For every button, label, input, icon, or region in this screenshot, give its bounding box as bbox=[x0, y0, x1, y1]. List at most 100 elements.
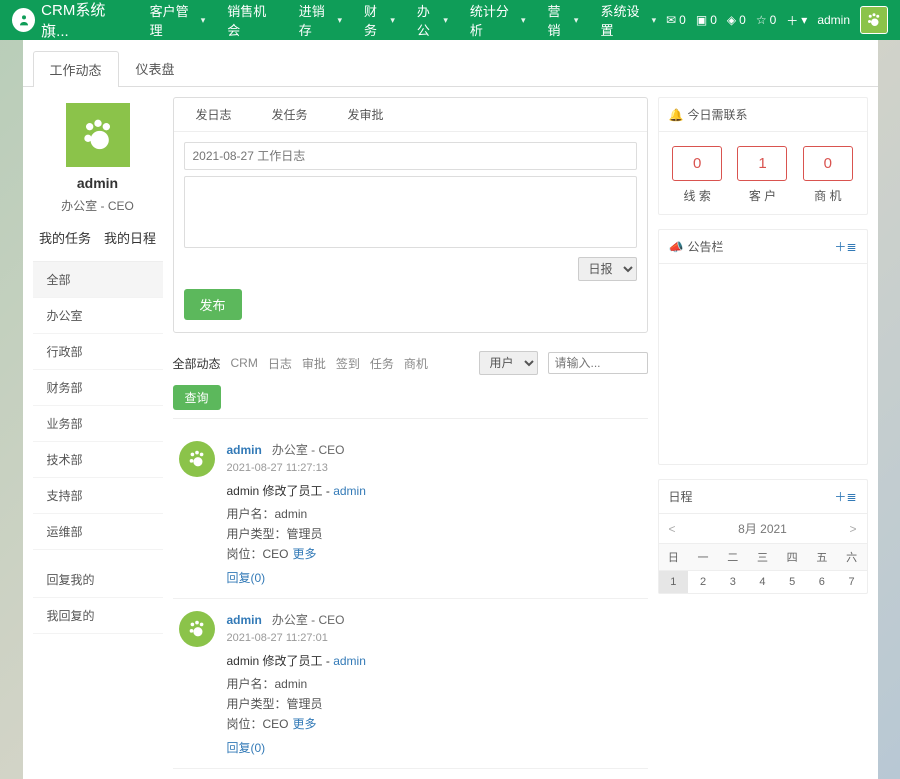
tab-dashboard[interactable]: 仪表盘 bbox=[119, 50, 192, 86]
reply-link[interactable]: 回复(0) bbox=[227, 739, 266, 756]
cal-day[interactable]: 5 bbox=[777, 571, 807, 594]
nav-inventory[interactable]: 进销存▾ bbox=[289, 0, 352, 49]
panel-title: 日程 bbox=[669, 488, 693, 505]
sidebar-item-all[interactable]: 全部 bbox=[33, 262, 163, 298]
sidebar-item-tech[interactable]: 技术部 bbox=[33, 442, 163, 478]
feed-meta: 岗位：CEO更多 bbox=[227, 545, 642, 562]
more-link[interactable]: 更多 bbox=[293, 717, 317, 731]
bulletin-panel: 📣公告栏 ＋≣ bbox=[658, 229, 868, 465]
query-button[interactable]: 查询 bbox=[173, 385, 221, 410]
cal-day[interactable]: 4 bbox=[748, 571, 778, 594]
cal-day[interactable]: 7 bbox=[837, 571, 867, 594]
main-feed-col: 发日志 发任务 发审批 日报 发布 全部动态 CRM 日志 审批 签到 任务 商… bbox=[173, 97, 648, 769]
chat-icon: ▣ bbox=[696, 13, 707, 27]
sidebar-item-office[interactable]: 办公室 bbox=[33, 298, 163, 334]
bulletin-actions[interactable]: ＋≣ bbox=[834, 238, 856, 255]
list-icon: ≣ bbox=[846, 240, 856, 254]
cal-prev[interactable]: < bbox=[669, 522, 676, 536]
my-tasks-link[interactable]: 我的任务 bbox=[39, 228, 91, 247]
filter-crm[interactable]: CRM bbox=[231, 356, 258, 370]
chevron-down-icon: ▾ bbox=[443, 15, 448, 26]
tab-activity[interactable]: 工作动态 bbox=[33, 51, 119, 87]
chevron-down-icon: ▾ bbox=[201, 15, 206, 26]
report-type-select[interactable]: 日报 bbox=[578, 257, 637, 281]
chevron-down-icon: ▾ bbox=[801, 13, 807, 27]
compose-tab-log[interactable]: 发日志 bbox=[196, 106, 232, 123]
nav-marketing[interactable]: 营销▾ bbox=[538, 0, 589, 49]
top-nav: CRM系统旗... 客户管理▾ 销售机会 进销存▾ 财务▾ 办公▾ 统计分析▾ … bbox=[0, 0, 900, 40]
nav-settings[interactable]: 系统设置▾ bbox=[590, 0, 666, 49]
feed-target-link[interactable]: admin bbox=[333, 654, 366, 668]
feed-text: admin 修改了员工 - admin bbox=[227, 482, 642, 499]
sidebar-item-reply-me[interactable]: 回复我的 bbox=[33, 562, 163, 598]
filter-all[interactable]: 全部动态 bbox=[173, 355, 221, 372]
filter-checkin[interactable]: 签到 bbox=[336, 355, 360, 372]
feed-user-link[interactable]: admin bbox=[227, 613, 262, 627]
nav-sales[interactable]: 销售机会 bbox=[217, 0, 286, 49]
list-icon: ≣ bbox=[846, 490, 856, 504]
star-indicator[interactable]: ☆0 bbox=[756, 13, 776, 27]
feed-avatar bbox=[179, 611, 215, 647]
left-sidebar: admin 办公室 - CEO 我的任务 我的日程 全部 办公室 行政部 财务部… bbox=[33, 97, 163, 769]
add-button[interactable]: ＋▾ bbox=[786, 12, 807, 29]
nav-customers[interactable]: 客户管理▾ bbox=[140, 0, 216, 49]
contact-opps[interactable]: 0 商 机 bbox=[803, 146, 853, 204]
user-menu[interactable]: admin bbox=[817, 13, 850, 27]
nav-finance[interactable]: 财务▾ bbox=[354, 0, 405, 49]
cal-day[interactable]: 2 bbox=[688, 571, 718, 594]
sidebar-item-biz[interactable]: 业务部 bbox=[33, 406, 163, 442]
brand-wrap[interactable]: CRM系统旗... bbox=[12, 0, 130, 41]
contact-leads[interactable]: 0 线 索 bbox=[672, 146, 722, 204]
cal-dow: 五 bbox=[807, 544, 837, 571]
more-link[interactable]: 更多 bbox=[293, 547, 317, 561]
search-input[interactable] bbox=[548, 352, 648, 374]
chat-indicator[interactable]: ▣0 bbox=[696, 13, 717, 27]
feed-meta: 用户类型：管理员 bbox=[227, 525, 642, 542]
nav-stats[interactable]: 统计分析▾ bbox=[460, 0, 536, 49]
right-sidebar: 🔔今日需联系 0 线 索 1 客 户 0 商 机 bbox=[658, 97, 868, 769]
sidebar-item-ops[interactable]: 运维部 bbox=[33, 514, 163, 550]
compose-tab-task[interactable]: 发任务 bbox=[272, 106, 308, 123]
brand-text: CRM系统旗... bbox=[41, 0, 129, 41]
reply-link[interactable]: 回复(0) bbox=[227, 569, 266, 586]
sidebar-item-support[interactable]: 支持部 bbox=[33, 478, 163, 514]
filter-task[interactable]: 任务 bbox=[370, 355, 394, 372]
chevron-down-icon: ▾ bbox=[337, 15, 342, 26]
filter-log[interactable]: 日志 bbox=[268, 355, 292, 372]
sidebar-item-my-reply[interactable]: 我回复的 bbox=[33, 598, 163, 634]
panel-title: 公告栏 bbox=[687, 238, 723, 255]
contact-customers[interactable]: 1 客 户 bbox=[737, 146, 787, 204]
filter-approval[interactable]: 审批 bbox=[302, 355, 326, 372]
compose-title-input[interactable] bbox=[184, 142, 637, 170]
logo-icon bbox=[12, 8, 35, 32]
feed-meta: 用户类型：管理员 bbox=[227, 695, 642, 712]
nav-office[interactable]: 办公▾ bbox=[407, 0, 458, 49]
feed-target-link[interactable]: admin bbox=[333, 484, 366, 498]
feed-user-link[interactable]: admin bbox=[227, 443, 262, 457]
user-select[interactable]: 用户 bbox=[479, 351, 538, 375]
cal-day[interactable]: 1 bbox=[659, 571, 689, 594]
chevron-down-icon: ▾ bbox=[390, 15, 395, 26]
avatar-large bbox=[66, 103, 130, 167]
compose-tab-approval[interactable]: 发审批 bbox=[348, 106, 384, 123]
sidebar-item-finance[interactable]: 财务部 bbox=[33, 370, 163, 406]
filter-opp[interactable]: 商机 bbox=[404, 355, 428, 372]
diamond-indicator[interactable]: ◈0 bbox=[727, 13, 746, 27]
cal-next[interactable]: > bbox=[849, 522, 856, 536]
bell-icon: 🔔 bbox=[669, 108, 684, 122]
schedule-actions[interactable]: ＋≣ bbox=[834, 488, 856, 505]
compose-body-input[interactable] bbox=[184, 176, 637, 248]
diamond-icon: ◈ bbox=[727, 13, 736, 27]
mail-indicator[interactable]: ✉0 bbox=[666, 13, 686, 27]
chevron-down-icon: ▾ bbox=[652, 15, 657, 26]
top-right: ✉0 ▣0 ◈0 ☆0 ＋▾ admin bbox=[666, 6, 888, 34]
publish-button[interactable]: 发布 bbox=[184, 289, 242, 320]
cal-day[interactable]: 3 bbox=[718, 571, 748, 594]
cal-dow: 四 bbox=[777, 544, 807, 571]
avatar-small[interactable] bbox=[860, 6, 888, 34]
sidebar-item-admin[interactable]: 行政部 bbox=[33, 334, 163, 370]
cal-day[interactable]: 6 bbox=[807, 571, 837, 594]
cal-month: 8月 2021 bbox=[738, 520, 787, 537]
my-schedule-link[interactable]: 我的日程 bbox=[104, 228, 156, 247]
feed-list: admin办公室 - CEO 2021-08-27 11:27:13 admin… bbox=[173, 429, 648, 769]
